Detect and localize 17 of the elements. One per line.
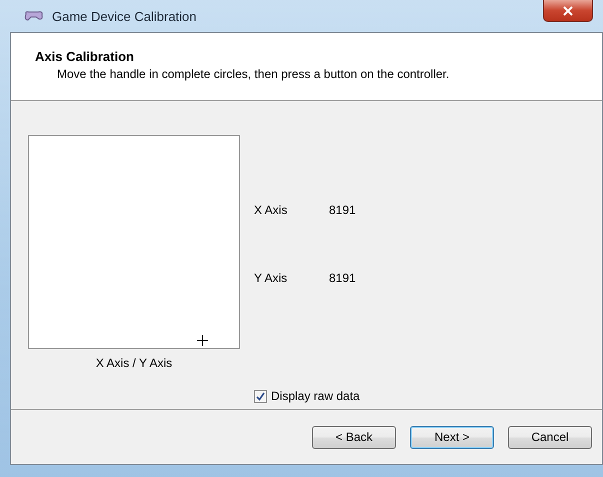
page-title: Axis Calibration: [35, 49, 135, 64]
wizard-button[interactable]: Cancel: [508, 426, 592, 448]
axis-label: Y Axis: [254, 271, 288, 287]
axis-value: 8191: [329, 203, 356, 219]
crosshair-icon: [197, 335, 208, 346]
raw-data-checkbox[interactable]: [254, 390, 267, 402]
checkbox-label: Display raw data: [271, 389, 360, 403]
wizard-button[interactable]: < Back: [312, 426, 396, 448]
wizard-button[interactable]: Next >: [410, 426, 494, 448]
controller-icon: [24, 10, 44, 22]
axis-label: X Axis: [254, 203, 288, 219]
close-icon: [563, 6, 573, 16]
close-button[interactable]: [543, 0, 593, 22]
window-title: Game Device Calibration: [52, 8, 197, 24]
instruction-text: Move the handle in complete circles, then press a button on the controller.: [56, 67, 450, 81]
plot-caption: X Axis / Y Axis: [96, 356, 172, 370]
axis-value: 8191: [329, 271, 356, 287]
